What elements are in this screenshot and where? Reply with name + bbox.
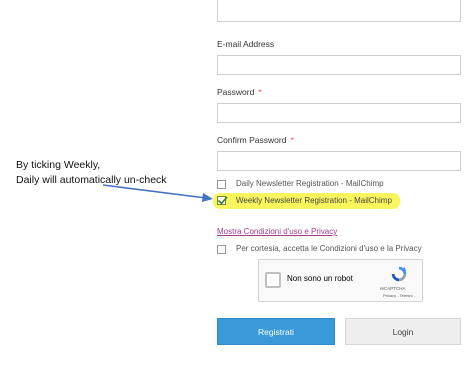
recaptcha-checkbox[interactable] (265, 272, 281, 288)
checkmark-icon (217, 196, 228, 205)
recaptcha-brand: reCAPTCHA (380, 286, 406, 291)
recaptcha-label: Non sono un robot (287, 274, 353, 283)
daily-newsletter-checkbox[interactable] (217, 180, 226, 189)
email-label: E-mail Address (217, 39, 275, 49)
accept-terms-label: Per cortesia, accetta le Condizioni d'us… (236, 244, 422, 253)
confirm-password-field[interactable] (217, 151, 461, 171)
annotation-note: By ticking Weekly, Daily will automatica… (16, 158, 167, 188)
register-button[interactable]: Registrati (217, 318, 335, 345)
terms-privacy-link[interactable]: Mostra Condizioni d'uso e Privacy (217, 227, 337, 236)
password-field[interactable] (217, 103, 461, 123)
password-label: Password * (217, 87, 262, 97)
daily-newsletter-label: Daily Newsletter Registration - MailChim… (236, 179, 384, 188)
email-field[interactable] (217, 55, 461, 75)
confirm-password-label: Confirm Password * (217, 135, 294, 145)
login-button[interactable]: Login (345, 318, 461, 345)
annotation-line-1: By ticking Weekly, (16, 159, 101, 171)
required-marker: * (290, 135, 294, 145)
annotation-line-2: Daily will automatically un-check (16, 174, 167, 186)
recaptcha-logo-icon (391, 266, 407, 282)
recaptcha-widget: Non sono un robot reCAPTCHA Privacy - Te… (258, 259, 423, 302)
accept-terms-checkbox[interactable] (217, 245, 226, 254)
required-marker: * (258, 87, 262, 97)
top-partial-input[interactable] (217, 0, 461, 22)
weekly-newsletter-label: Weekly Newsletter Registration - MailChi… (236, 196, 392, 205)
recaptcha-terms: Privacy - Termini (383, 293, 413, 298)
